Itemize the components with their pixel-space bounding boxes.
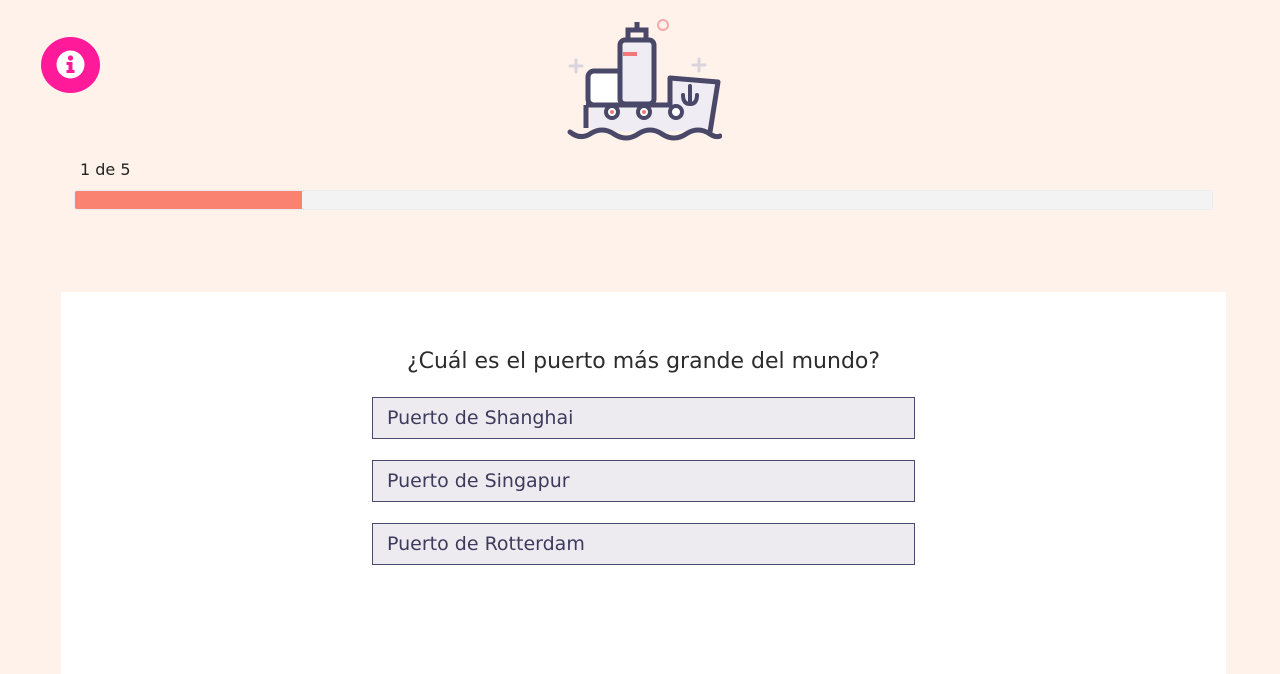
question-text: ¿Cuál es el puerto más grande del mundo? [406,349,881,374]
question-card: ¿Cuál es el puerto más grande del mundo?… [61,292,1226,674]
answer-option[interactable]: Puerto de Rotterdam [372,523,915,565]
answer-option[interactable]: Puerto de Shanghai [372,397,915,439]
ship-icon [567,19,722,141]
answer-option[interactable]: Puerto de Singapur [372,460,915,502]
info-button[interactable] [41,37,100,93]
progress-bar-fill [75,191,303,209]
info-icon [56,50,85,79]
progress-label: 1 de 5 [80,160,131,179]
progress-bar [74,190,1213,210]
